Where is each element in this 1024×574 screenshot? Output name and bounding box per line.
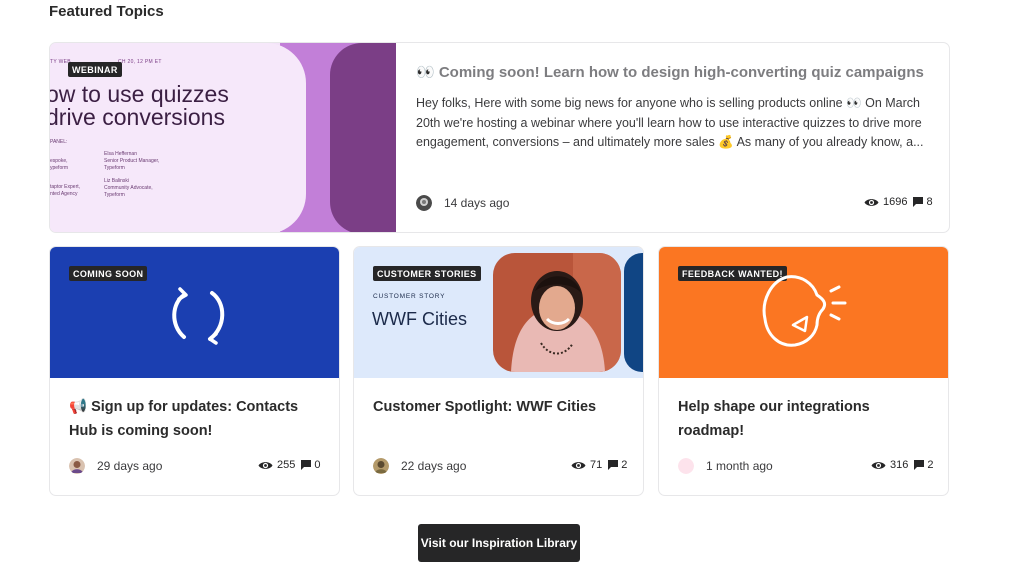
thumb-person-name: Liz Balinski: [104, 178, 130, 184]
speaking-head-icon: [762, 275, 847, 347]
thumb-left-text: taptor Expert,: [50, 184, 81, 190]
photo-edge-shape: [624, 253, 643, 372]
featured-time: 14 days ago: [444, 196, 510, 210]
avatar[interactable]: [69, 458, 85, 474]
topic-views: 316: [890, 459, 909, 471]
featured-excerpt: Hey folks, Here with some big news for a…: [416, 96, 924, 149]
coming-soon-badge: COMING SOON: [69, 266, 148, 281]
topic-thumbnail[interactable]: COMING SOON: [50, 247, 339, 378]
story-title: WWF Cities: [372, 309, 467, 329]
story-label: CUSTOMER STORY: [373, 293, 446, 300]
refresh-icon: [172, 287, 225, 345]
eye-icon: [871, 461, 886, 469]
comment-icon: [913, 197, 924, 207]
topic-thumbnail[interactable]: CUSTOMER STORIES CUSTOMER STORY WWF Citi…: [354, 247, 643, 378]
thumb-person-name: Elsa Heffernan: [104, 151, 137, 157]
topic-time: 22 days ago: [401, 459, 467, 473]
customer-photo: [493, 253, 621, 372]
topic-time: 29 days ago: [97, 459, 163, 473]
thumb-person-role: Senior Product Manager,: [104, 158, 160, 164]
thumb-left-text: nted Agency: [50, 191, 78, 197]
featured-meta: 14 days ago: [416, 195, 509, 211]
comment-icon: [608, 460, 619, 470]
thumb-panel-label: PANEL:: [50, 139, 68, 145]
avatar[interactable]: [678, 458, 694, 474]
topic-stats: 255 0: [258, 459, 320, 471]
avatar[interactable]: [416, 195, 432, 211]
topic-title-link[interactable]: Help shape our integrations roadmap!: [678, 395, 933, 443]
topic-replies: 2: [927, 459, 934, 471]
topic-card-contacts-hub[interactable]: COMING SOON 📢 Sign up for updates: Conta…: [49, 246, 340, 496]
topic-meta: 1 month ago: [678, 458, 773, 474]
avatar[interactable]: [373, 458, 389, 474]
thumb-left-text: espoke,: [50, 158, 68, 164]
thumb-person-org: Typeform: [104, 192, 125, 198]
topic-replies: 0: [314, 459, 321, 471]
eye-icon: [571, 461, 586, 469]
topic-views: 255: [277, 459, 296, 471]
thumb-heading-line1: ow to use quizzes: [50, 81, 229, 107]
topic-title-link[interactable]: 📢 Sign up for updates: Contacts Hub is c…: [69, 395, 324, 443]
featured-replies: 8: [926, 196, 933, 208]
topic-card-integrations-roadmap[interactable]: FEEDBACK WANTED! Help shape our integrat…: [658, 246, 949, 496]
eye-icon: [258, 461, 273, 469]
topic-card-wwf-cities[interactable]: CUSTOMER STORIES CUSTOMER STORY WWF Citi…: [353, 246, 644, 496]
thumb-topline-right: CH 20, 12 PM ET: [118, 59, 162, 65]
featured-views: 1696: [883, 196, 908, 208]
eye-icon: [864, 198, 879, 206]
topic-replies: 2: [621, 459, 628, 471]
webinar-badge: WEBINAR: [68, 62, 122, 77]
topic-thumbnail[interactable]: FEEDBACK WANTED!: [659, 247, 948, 378]
topic-meta: 29 days ago: [69, 458, 162, 474]
topic-stats: 316 2: [871, 459, 933, 471]
topic-meta: 22 days ago: [373, 458, 466, 474]
thumb-heading-line2: drive conversions: [50, 104, 225, 130]
customer-stories-badge: CUSTOMER STORIES: [373, 266, 481, 281]
thumb-left-text: ypeform: [50, 165, 69, 171]
thumb-person-org: Typeform: [104, 165, 125, 171]
featured-title-link[interactable]: 👀 Coming soon! Learn how to design high-…: [416, 61, 936, 85]
comment-icon: [301, 460, 312, 470]
section-title: Featured Topics: [49, 3, 164, 20]
featured-topic-card[interactable]: TY WEB CH 20, 12 PM ET WEBINAR ow to use…: [49, 42, 950, 233]
visit-inspiration-library-button[interactable]: Visit our Inspiration Library: [418, 524, 580, 562]
featured-stats: 1696 8: [864, 196, 933, 208]
comment-icon: [914, 460, 925, 470]
topic-stats: 71 2: [571, 459, 627, 471]
featured-thumbnail[interactable]: TY WEB CH 20, 12 PM ET WEBINAR ow to use…: [50, 43, 396, 232]
topic-title-link[interactable]: Customer Spotlight: WWF Cities: [373, 395, 628, 419]
topic-views: 71: [590, 459, 603, 471]
topic-time: 1 month ago: [706, 459, 773, 473]
thumb-person-role: Community Advocate,: [104, 185, 153, 191]
